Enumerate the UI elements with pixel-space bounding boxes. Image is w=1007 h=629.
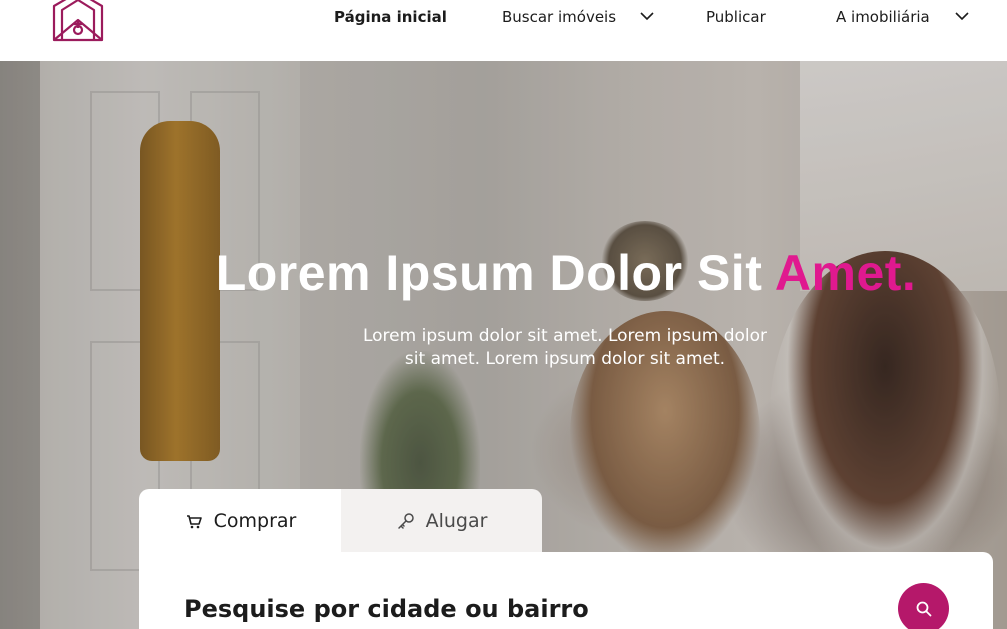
hero-title-main: Lorem Ipsum Dolor Sit <box>215 245 775 301</box>
search-icon <box>916 601 931 616</box>
hero-subtitle: Lorem ipsum dolor sit amet. Lorem ipsum … <box>362 326 767 369</box>
search-title: Pesquise por cidade ou bairro <box>184 595 589 623</box>
nav-buscar-imoveis[interactable]: Buscar imóveis <box>502 6 616 28</box>
tab-comprar[interactable]: Comprar <box>139 489 341 552</box>
hero-title: Lorem Ipsum Dolor Sit Amet. <box>0 244 1007 302</box>
hero-title-accent: Amet. <box>774 245 917 301</box>
top-navbar: Página inicial Buscar imóveis Publicar A… <box>0 0 1007 61</box>
search-button[interactable] <box>898 583 949 629</box>
nav-home[interactable]: Página inicial <box>334 6 447 28</box>
tab-alugar-label: Alugar <box>425 509 488 532</box>
tab-comprar-label: Comprar <box>213 509 297 532</box>
search-card: Pesquise por cidade ou bairro <box>139 552 993 629</box>
nav-publicar[interactable]: Publicar <box>706 6 766 28</box>
cart-icon <box>186 514 202 528</box>
key-icon <box>397 512 414 529</box>
tab-alugar[interactable]: Alugar <box>341 489 542 552</box>
chevron-down-icon[interactable] <box>954 10 970 22</box>
nav-a-imobiliaria[interactable]: A imobiliária <box>836 6 930 28</box>
house-logo-icon[interactable] <box>50 0 106 42</box>
chevron-down-icon[interactable] <box>639 10 655 22</box>
page: Página inicial Buscar imóveis Publicar A… <box>0 0 1007 629</box>
